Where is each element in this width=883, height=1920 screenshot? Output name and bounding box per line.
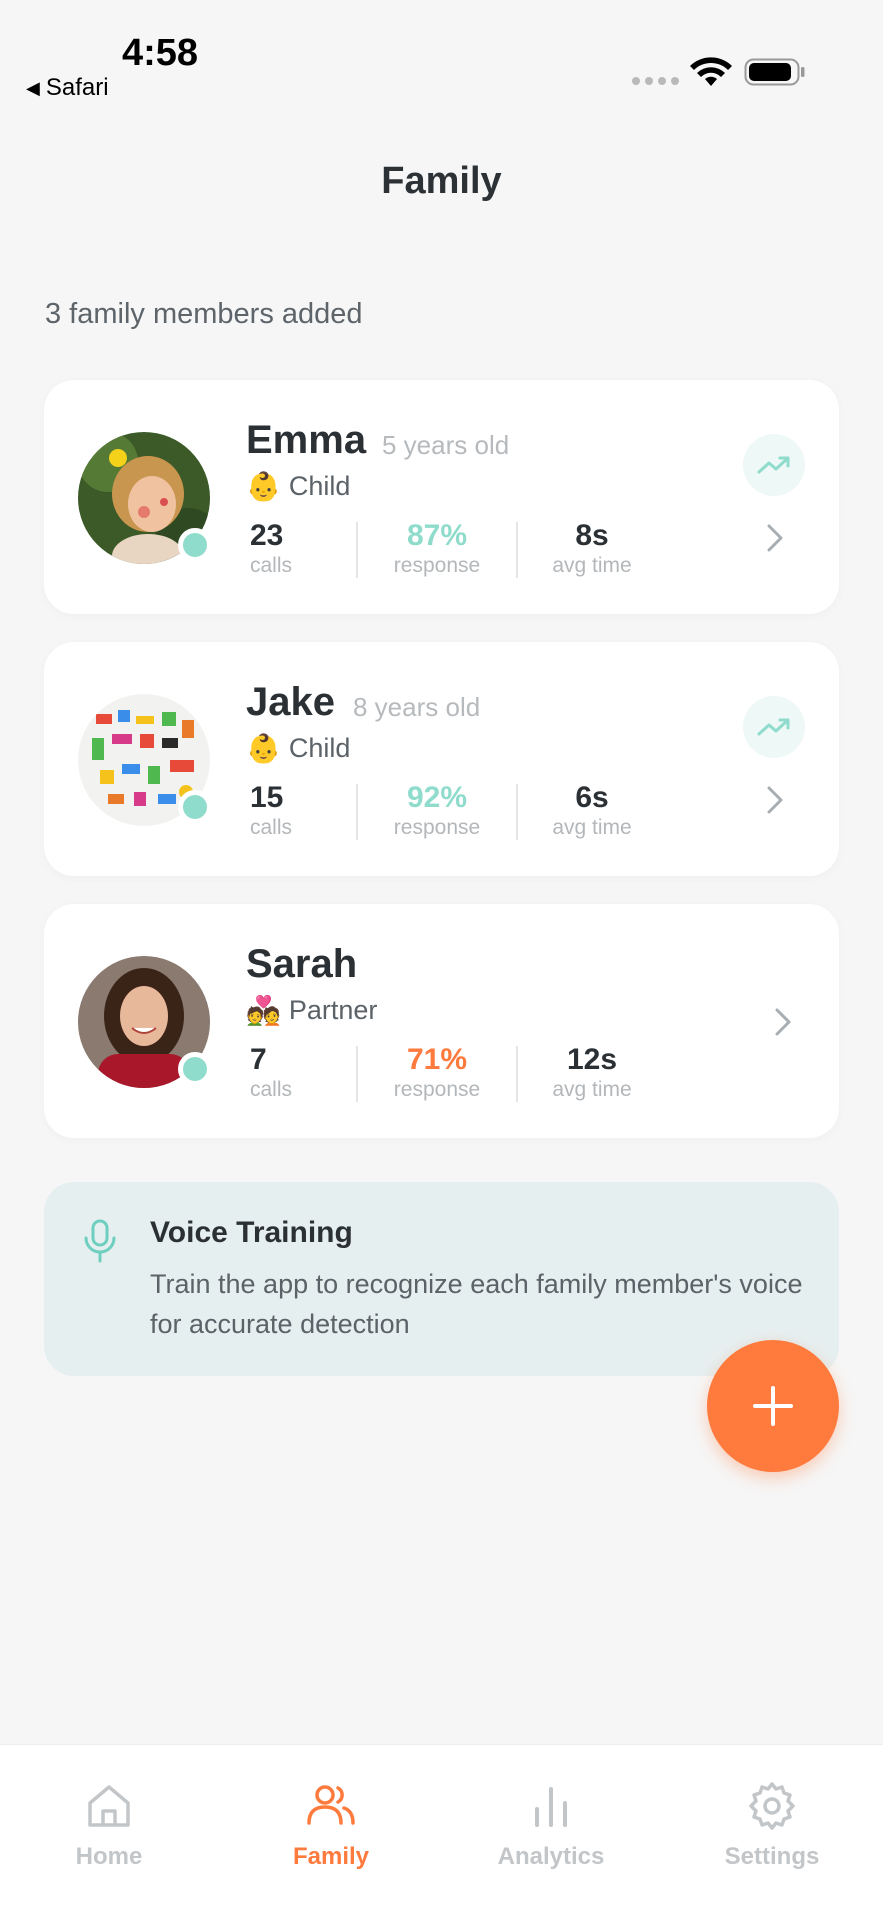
stat-calls-value: 23	[250, 519, 284, 552]
status-time: 4:58	[122, 32, 199, 74]
stat-divider	[356, 522, 358, 578]
bar-chart-icon	[535, 1787, 567, 1827]
stat-calls: 15 calls	[246, 780, 332, 846]
bottom-tab-bar: Home Family Analytics Settings	[0, 1744, 883, 1920]
home-icon	[88, 1785, 130, 1827]
member-age: 8 years old	[353, 692, 481, 722]
online-status-dot	[178, 1052, 212, 1086]
stat-avg-time-value: 6s	[575, 781, 609, 814]
avatar-emma	[78, 432, 212, 564]
back-to-app-link[interactable]: ◀ Safari	[26, 74, 109, 102]
tab-settings-label: Settings	[724, 1843, 820, 1870]
member-card-sarah[interactable]: Sarah 💑 Partner 7 calls 71% response 12s…	[44, 904, 839, 1138]
member-age: 5 years old	[382, 430, 510, 460]
stat-response-value: 87%	[406, 519, 468, 552]
online-status-dot	[178, 528, 212, 562]
gear-icon	[749, 1782, 795, 1830]
member-role: 💑 Partner	[246, 994, 377, 1027]
battery-icon	[744, 58, 805, 86]
stat-calls-value: 7	[250, 1043, 267, 1076]
tab-home[interactable]: Home	[34, 1779, 184, 1871]
stat-response-label: response	[393, 1078, 481, 1101]
member-name: Jake	[246, 680, 335, 724]
stat-calls-label: calls	[250, 554, 293, 577]
microphone-icon	[84, 1219, 116, 1263]
stat-calls-label: calls	[250, 816, 293, 839]
member-name: Emma	[246, 418, 367, 462]
trend-button[interactable]	[743, 696, 805, 758]
page-title: Family	[381, 160, 502, 202]
stat-avg-time: 6s avg time	[542, 780, 642, 846]
avatar-sarah	[78, 956, 212, 1088]
members-count-text: 3 family members added	[45, 298, 363, 330]
stat-response-value: 92%	[406, 781, 468, 814]
cellular-signal-icon	[632, 77, 679, 85]
online-status-dot	[178, 790, 212, 824]
trending-up-icon	[757, 456, 790, 474]
back-app-label: Safari	[45, 74, 109, 101]
tab-home-label: Home	[75, 1843, 143, 1870]
stat-avg-time: 8s avg time	[542, 518, 642, 584]
stat-calls: 23 calls	[246, 518, 332, 584]
stat-divider	[516, 1046, 518, 1102]
tab-analytics-label: Analytics	[497, 1843, 605, 1870]
stat-response: 71% response	[382, 1042, 492, 1108]
stat-divider	[516, 522, 518, 578]
stat-avg-time-label: avg time	[552, 1078, 632, 1101]
tab-settings[interactable]: Settings	[697, 1779, 847, 1871]
voice-training-description: Train the app to recognize each family m…	[150, 1269, 803, 1339]
member-stats: 7 calls 71% response 12s avg time	[246, 1042, 642, 1108]
stat-divider	[356, 1046, 358, 1102]
status-bar: 4:58 ◀ Safari	[0, 0, 883, 110]
member-role-label: Child	[288, 733, 351, 763]
voice-training-card[interactable]: Voice Training Train the app to recogniz…	[44, 1182, 839, 1376]
stat-response-value: 71%	[406, 1043, 468, 1076]
member-role-label: Child	[288, 471, 351, 501]
member-role: 👶 Child	[246, 732, 350, 765]
child-emoji-icon: 👶	[246, 471, 281, 502]
trending-up-icon	[757, 718, 790, 736]
stat-response: 87% response	[382, 518, 492, 584]
stat-avg-time-value: 12s	[566, 1043, 618, 1076]
back-triangle-icon: ◀	[26, 77, 40, 98]
users-icon	[307, 1785, 355, 1825]
stat-avg-time-label: avg time	[552, 816, 632, 839]
stat-calls: 7 calls	[246, 1042, 332, 1108]
member-role: 👶 Child	[246, 470, 350, 503]
add-member-button[interactable]	[707, 1340, 839, 1472]
member-stats: 15 calls 92% response 6s avg time	[246, 780, 642, 846]
chevron-right-icon[interactable]	[763, 520, 787, 556]
stat-divider	[356, 784, 358, 840]
couple-emoji-icon: 💑	[246, 995, 281, 1026]
stat-avg-time-label: avg time	[552, 554, 632, 577]
stat-divider	[516, 784, 518, 840]
avatar-jake	[78, 694, 212, 826]
stat-avg-time-value: 8s	[575, 519, 609, 552]
member-role-label: Partner	[288, 995, 378, 1025]
member-card-emma[interactable]: Emma 5 years old 👶 Child 23 calls 87% re…	[44, 380, 839, 614]
child-emoji-icon: 👶	[246, 733, 281, 764]
wifi-icon	[690, 57, 732, 86]
trend-button[interactable]	[743, 434, 805, 496]
tab-family-label: Family	[292, 1843, 370, 1870]
member-card-jake[interactable]: Jake 8 years old 👶 Child 15 calls 92% re…	[44, 642, 839, 876]
stat-response-label: response	[393, 816, 481, 839]
plus-icon	[753, 1386, 793, 1426]
stat-avg-time: 12s avg time	[542, 1042, 642, 1108]
member-stats: 23 calls 87% response 8s avg time	[246, 518, 642, 584]
voice-training-title: Voice Training	[150, 1216, 353, 1249]
stat-calls-value: 15	[250, 781, 284, 814]
chevron-right-icon[interactable]	[771, 1004, 795, 1040]
chevron-right-icon[interactable]	[763, 782, 787, 818]
member-name: Sarah	[246, 942, 358, 986]
stat-response-label: response	[393, 554, 481, 577]
tab-analytics[interactable]: Analytics	[476, 1779, 626, 1871]
stat-response: 92% response	[382, 780, 492, 846]
tab-family[interactable]: Family	[256, 1779, 406, 1871]
stat-calls-label: calls	[250, 1078, 293, 1101]
